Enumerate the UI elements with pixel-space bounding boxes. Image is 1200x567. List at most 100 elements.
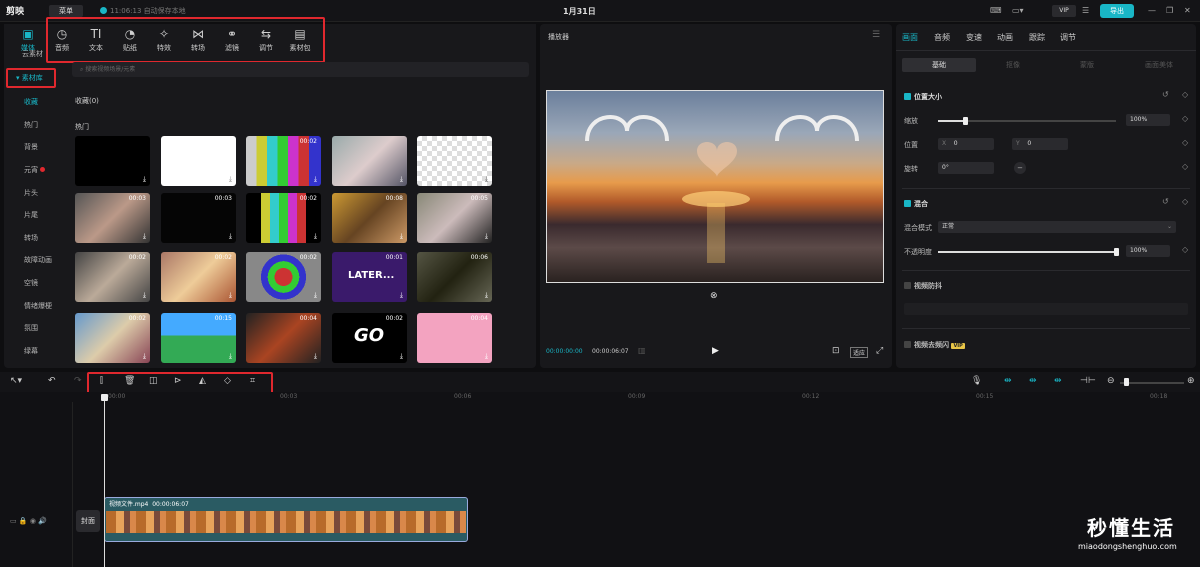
download-icon[interactable]: ⤓ [229, 232, 232, 241]
keyframe-icon[interactable]: ◇ [1182, 114, 1188, 123]
sidebar-item-empty-shot[interactable]: 空镜 [4, 273, 64, 293]
material-thumb[interactable]: 00:04 ⤓ [417, 313, 492, 363]
sidebar-item-favorites[interactable]: 收藏 [4, 92, 64, 112]
reset-icon[interactable]: ↺ [1162, 197, 1169, 206]
lock-icon[interactable]: 🔒 [19, 517, 28, 525]
keyframe-icon[interactable]: ◇ [1182, 197, 1188, 206]
subtab-mask[interactable]: 蒙版 [1050, 58, 1124, 72]
download-icon[interactable]: ⤓ [143, 232, 146, 241]
download-icon[interactable]: ⤓ [485, 291, 488, 300]
maximize-icon[interactable]: ❐ [1166, 6, 1173, 15]
keyframe-icon[interactable]: ◇ [1182, 245, 1188, 254]
cursor-icon[interactable]: ↖▾ [10, 376, 22, 386]
subtab-basic[interactable]: 基础 [902, 58, 976, 72]
sidebar-item-meme[interactable]: 情绪爆梗 [4, 296, 64, 316]
fullscreen-icon[interactable]: ⤢ [876, 346, 883, 356]
material-thumb[interactable]: 00:02 ⤓ [161, 252, 236, 302]
cover-button[interactable]: 封面 [76, 510, 100, 532]
section-deflicker[interactable]: 视频去频闪 VIP [904, 340, 965, 350]
track-icon[interactable]: ▭ [10, 517, 17, 525]
material-thumb[interactable]: 00:04 ⤓ [246, 313, 321, 363]
download-icon[interactable]: ⤓ [314, 352, 317, 361]
material-thumb[interactable]: 00:15 ⤓ [161, 313, 236, 363]
material-thumb[interactable]: ⤓ [161, 136, 236, 186]
section-stabilize[interactable]: 视频防抖 [904, 281, 942, 291]
scale-slider-knob[interactable] [963, 117, 968, 125]
reset-icon[interactable]: ⊗ [710, 291, 718, 301]
preview-axis-icon[interactable]: ⊣⊢ [1080, 376, 1096, 386]
download-icon[interactable]: ⤓ [143, 352, 146, 361]
sidebar-item-transition[interactable]: 转场 [4, 228, 64, 248]
download-icon[interactable]: ⤓ [400, 232, 403, 241]
playhead-handle[interactable] [101, 394, 108, 401]
blend-mode-select[interactable]: 正常 ⌄ [938, 221, 1176, 233]
tab-speed[interactable]: 变速 [966, 32, 982, 43]
zoom-slider-knob[interactable] [1124, 378, 1129, 386]
subtab-beauty[interactable]: 画面美体 [1122, 58, 1196, 72]
zoom-out-icon[interactable]: ⊖ [1107, 376, 1115, 386]
tab-animation[interactable]: 动画 [997, 32, 1013, 43]
download-icon[interactable]: ⤓ [143, 291, 146, 300]
material-thumb[interactable]: 00:02 ⤓ [246, 193, 321, 243]
sidebar-item-hot[interactable]: 热门 [4, 115, 64, 135]
tab-audio-props[interactable]: 音频 [934, 32, 950, 43]
snap-icon[interactable]: ⇹ [1029, 376, 1037, 386]
sidebar-item-atmosphere[interactable]: 氛围 [4, 318, 64, 338]
material-thumb[interactable]: 00:02 ⤓ [246, 252, 321, 302]
download-icon[interactable]: ⤓ [400, 291, 403, 300]
material-thumb[interactable]: 00:08 ⤓ [332, 193, 407, 243]
opacity-slider-knob[interactable] [1114, 248, 1119, 256]
menu-button[interactable]: 菜单 [49, 5, 83, 17]
download-icon[interactable]: ⤓ [229, 291, 232, 300]
mute-icon[interactable]: 🔊 [38, 517, 47, 525]
sidebar-item-glitch[interactable]: 故障动画 [4, 250, 64, 270]
sidebar-item-outro[interactable]: 片尾 [4, 205, 64, 225]
section-blend[interactable]: 混合 [904, 199, 928, 209]
material-thumb[interactable]: ⤓ [75, 136, 150, 186]
close-icon[interactable]: ✕ [1184, 6, 1191, 15]
checkbox-icon[interactable] [904, 341, 911, 348]
sidebar-item-green-screen[interactable]: 绿幕 [4, 341, 64, 361]
download-icon[interactable]: ⤓ [400, 175, 403, 184]
undo-icon[interactable]: ↶ [48, 376, 56, 386]
tab-picture[interactable]: 画面 [902, 32, 918, 43]
redo-icon[interactable]: ↷ [74, 376, 82, 386]
sidebar-item-background[interactable]: 背景 [4, 137, 64, 157]
video-preview[interactable] [546, 90, 884, 283]
tab-adjust-props[interactable]: 调节 [1060, 32, 1076, 43]
opacity-value-field[interactable]: 100% [1126, 245, 1170, 257]
microphone-icon[interactable]: 🎙 [971, 376, 982, 386]
eye-icon[interactable]: ◉ [30, 517, 36, 525]
download-icon[interactable]: ⤓ [485, 352, 488, 361]
keyboard-icon[interactable]: ⌨ [990, 6, 1002, 15]
checkbox-icon[interactable] [904, 200, 911, 207]
material-thumb[interactable]: 00:03 ⤓ [161, 193, 236, 243]
minimize-icon[interactable]: — [1148, 6, 1156, 15]
rotate-dial-icon[interactable]: − [1014, 162, 1026, 174]
waveform-icon[interactable]: ▥ [638, 346, 646, 355]
keyframe-icon[interactable]: ◇ [1182, 90, 1188, 99]
layout-icon[interactable]: ▭▾ [1012, 6, 1024, 15]
rotate-field[interactable]: 0° [938, 162, 994, 174]
section-position-size[interactable]: 位置大小 [904, 92, 942, 102]
settings-icon[interactable]: ☰ [1082, 6, 1089, 15]
y-field[interactable]: Y 0 [1012, 138, 1068, 150]
vip-badge[interactable]: VIP [1052, 5, 1076, 17]
download-icon[interactable]: ⤓ [229, 352, 232, 361]
material-thumb[interactable]: 00:02 ⤓ [75, 252, 150, 302]
sidebar-item-intro[interactable]: 片头 [4, 183, 64, 203]
download-icon[interactable]: ⤓ [485, 175, 488, 184]
keyframe-icon[interactable]: ◇ [1182, 138, 1188, 147]
material-thumb[interactable]: 00:03 ⤓ [75, 193, 150, 243]
play-icon[interactable]: ▶ [712, 346, 719, 356]
snapshot-icon[interactable]: ⊡ [832, 346, 840, 356]
linkage-icon[interactable]: ⇹ [1054, 376, 1062, 386]
subtab-cutout[interactable]: 抠像 [976, 58, 1050, 72]
player-menu-icon[interactable]: ☰ [872, 30, 880, 40]
scale-value-field[interactable]: 100% [1126, 114, 1170, 126]
export-button[interactable]: 导出 [1100, 4, 1134, 18]
keyframe-icon[interactable]: ◇ [1182, 162, 1188, 171]
download-icon[interactable]: ⤓ [314, 175, 317, 184]
checkbox-icon[interactable] [904, 282, 911, 289]
zoom-slider[interactable] [1120, 382, 1184, 384]
